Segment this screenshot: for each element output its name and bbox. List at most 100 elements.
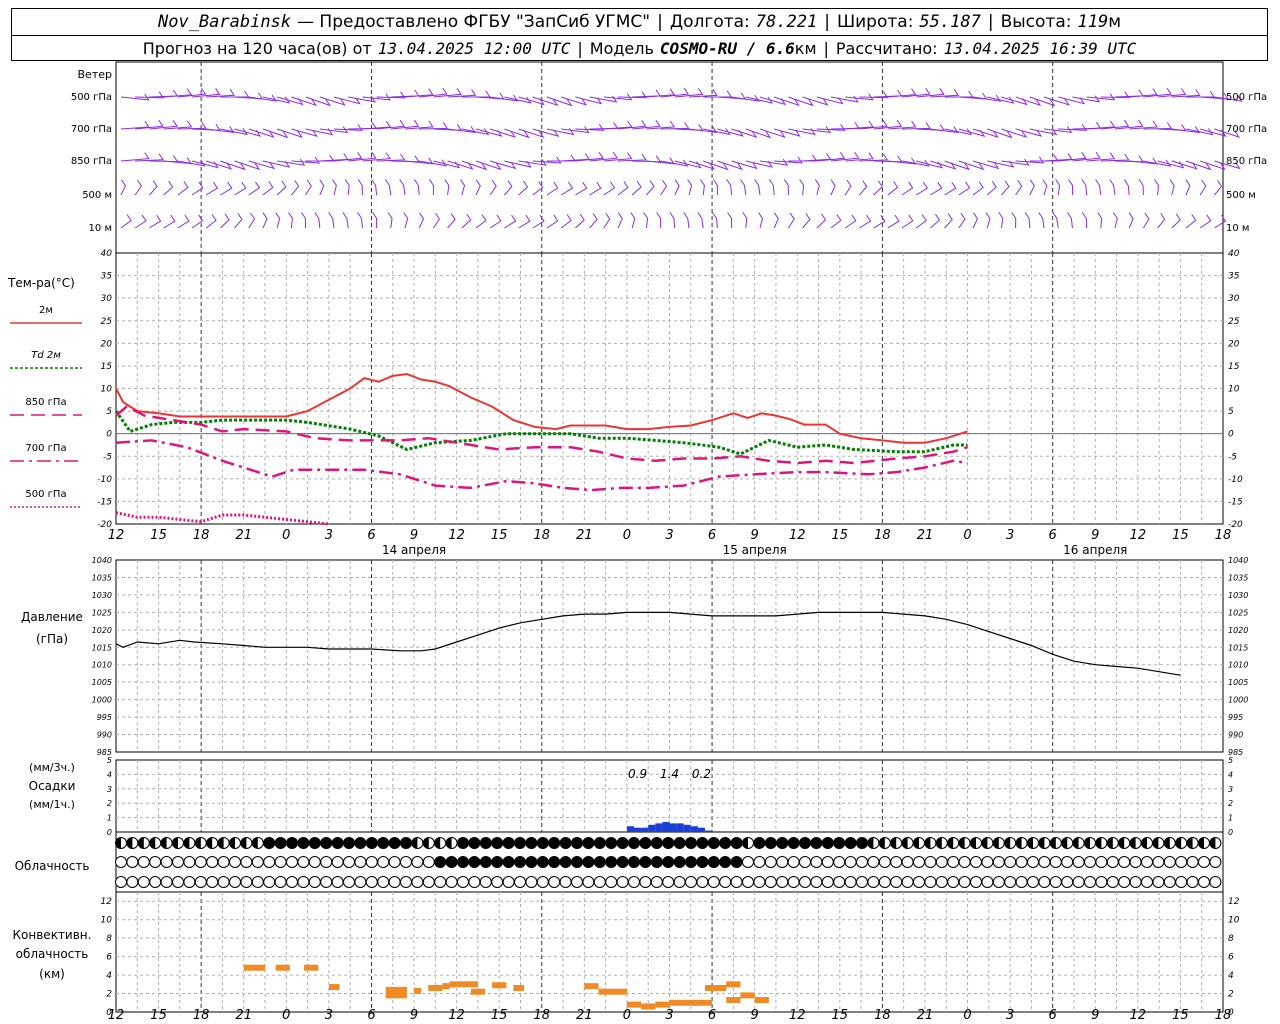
y-tick-label-right: 4 <box>1228 770 1233 779</box>
precip-bar <box>690 826 698 832</box>
wind-barb <box>697 212 704 229</box>
cloud-symbol <box>514 856 526 868</box>
cloud-symbol-half <box>1038 837 1045 849</box>
cloud-symbol <box>377 837 390 849</box>
y-tick-label-right: 995 <box>1228 713 1243 722</box>
wind-barb <box>234 181 247 196</box>
cloud-symbol <box>559 837 572 849</box>
precip-bar <box>719 831 727 832</box>
cloud-symbol <box>650 876 663 888</box>
wind-barb <box>1199 179 1207 196</box>
cloud-symbol <box>753 837 766 849</box>
cloud-symbol <box>947 876 960 888</box>
cloud-symbol <box>491 876 504 888</box>
wind-barb <box>428 179 434 195</box>
cloud-symbol-half <box>206 837 213 849</box>
wind-barb <box>727 212 733 229</box>
wind-barb <box>646 180 655 196</box>
cloud-symbol <box>913 876 925 888</box>
cloud-symbol <box>616 876 629 888</box>
cloud-symbol-half <box>1073 837 1079 849</box>
cloud-symbol <box>365 876 378 888</box>
wind-barb <box>444 179 450 196</box>
wind-barb <box>944 213 953 229</box>
x-tick-label: 6 <box>1049 1008 1057 1023</box>
conv-title-3: (км) <box>39 967 65 981</box>
wind-barb <box>916 88 945 98</box>
x-tick-label: 18 <box>193 1008 210 1023</box>
wind-barb <box>344 179 350 196</box>
wind-barb <box>262 181 274 196</box>
cloud-symbol <box>525 837 538 849</box>
cloud-symbol <box>1163 856 1176 868</box>
cloud-symbol <box>1141 856 1153 868</box>
x-tick-label: 12 <box>448 528 465 543</box>
wind-barb <box>915 181 929 196</box>
wind-barb <box>205 181 219 196</box>
wind-barb <box>163 214 176 229</box>
cloud-symbol <box>286 837 298 849</box>
wind-barb <box>1171 89 1201 98</box>
wind-barb <box>404 120 434 130</box>
y-tick-label-left: -15 <box>97 497 112 507</box>
cloud-symbol <box>1106 856 1119 868</box>
cloud-symbol <box>992 856 1005 868</box>
cloud-symbol <box>1038 856 1051 868</box>
wind-barb <box>1086 152 1116 162</box>
wind-barb <box>660 179 668 196</box>
meteogram: 40 4035 3530 3025 2520 2015 1510 105 50 0-5 -5-10-… <box>7 61 1267 1023</box>
cloud-symbol <box>1152 876 1165 888</box>
cloud-symbol <box>673 856 686 868</box>
legend-label: 700 гПа <box>25 443 66 454</box>
cloud-symbol <box>468 837 481 849</box>
precip-bar <box>641 827 649 832</box>
cloud-symbol <box>707 876 720 888</box>
wind-barb <box>291 156 321 164</box>
wind-barb <box>163 180 174 196</box>
precip-1h-unit: (мм/1ч.) <box>29 798 75 811</box>
wind-barb <box>1001 180 1010 196</box>
wind-barb <box>1042 179 1048 196</box>
x-tick-label: 15 <box>832 528 849 543</box>
y-tick-label-right: 990 <box>1228 731 1243 740</box>
date-label: 15 апреля <box>723 543 787 557</box>
wind-barb <box>376 153 406 162</box>
cloud-symbol <box>411 856 424 868</box>
x-tick-label: 0 <box>282 528 290 543</box>
y-tick-label-left: 30 <box>101 294 113 304</box>
cloud-symbol <box>1129 876 1142 888</box>
cloud-symbol <box>115 856 127 868</box>
cloud-symbol <box>924 876 937 888</box>
cloud-symbol <box>468 876 481 888</box>
x-tick-label: 18 <box>874 528 891 543</box>
cloud-symbol <box>1152 856 1165 868</box>
cloud-symbol <box>616 837 629 849</box>
cloud-symbol <box>343 876 355 888</box>
cloud-symbol <box>1209 876 1222 888</box>
y-tick-label-left: 4 <box>107 770 112 779</box>
cloud-symbol <box>320 837 333 849</box>
x-tick-label: 3 <box>1006 528 1014 543</box>
cloud-symbol <box>183 856 196 868</box>
x-tick-label: 0 <box>963 528 971 543</box>
cloud-symbol-half <box>1027 837 1033 849</box>
cloud-symbol <box>1198 876 1210 888</box>
y-tick-label-left: 995 <box>97 713 112 722</box>
cloud-symbol <box>844 837 857 849</box>
wind-barb <box>859 180 868 196</box>
wind-barb <box>783 179 789 196</box>
cloud-symbol <box>308 837 321 849</box>
y-tick-label-left: 6 <box>106 953 112 963</box>
cloud-symbol <box>787 837 800 849</box>
y-tick-label-right: 1000 <box>1228 696 1248 705</box>
wind-barb <box>1171 213 1181 229</box>
wind-title: Ветер <box>78 68 112 81</box>
y-tick-label-right: 1035 <box>1228 573 1248 582</box>
wind-barb <box>314 212 321 229</box>
cloud-symbol <box>1015 876 1028 888</box>
wind-barb <box>731 128 758 139</box>
cloud-symbol-half <box>1084 837 1090 849</box>
cloud-symbol-half <box>149 837 156 849</box>
cloud-symbol <box>753 856 766 868</box>
cloud-symbol <box>673 837 686 849</box>
